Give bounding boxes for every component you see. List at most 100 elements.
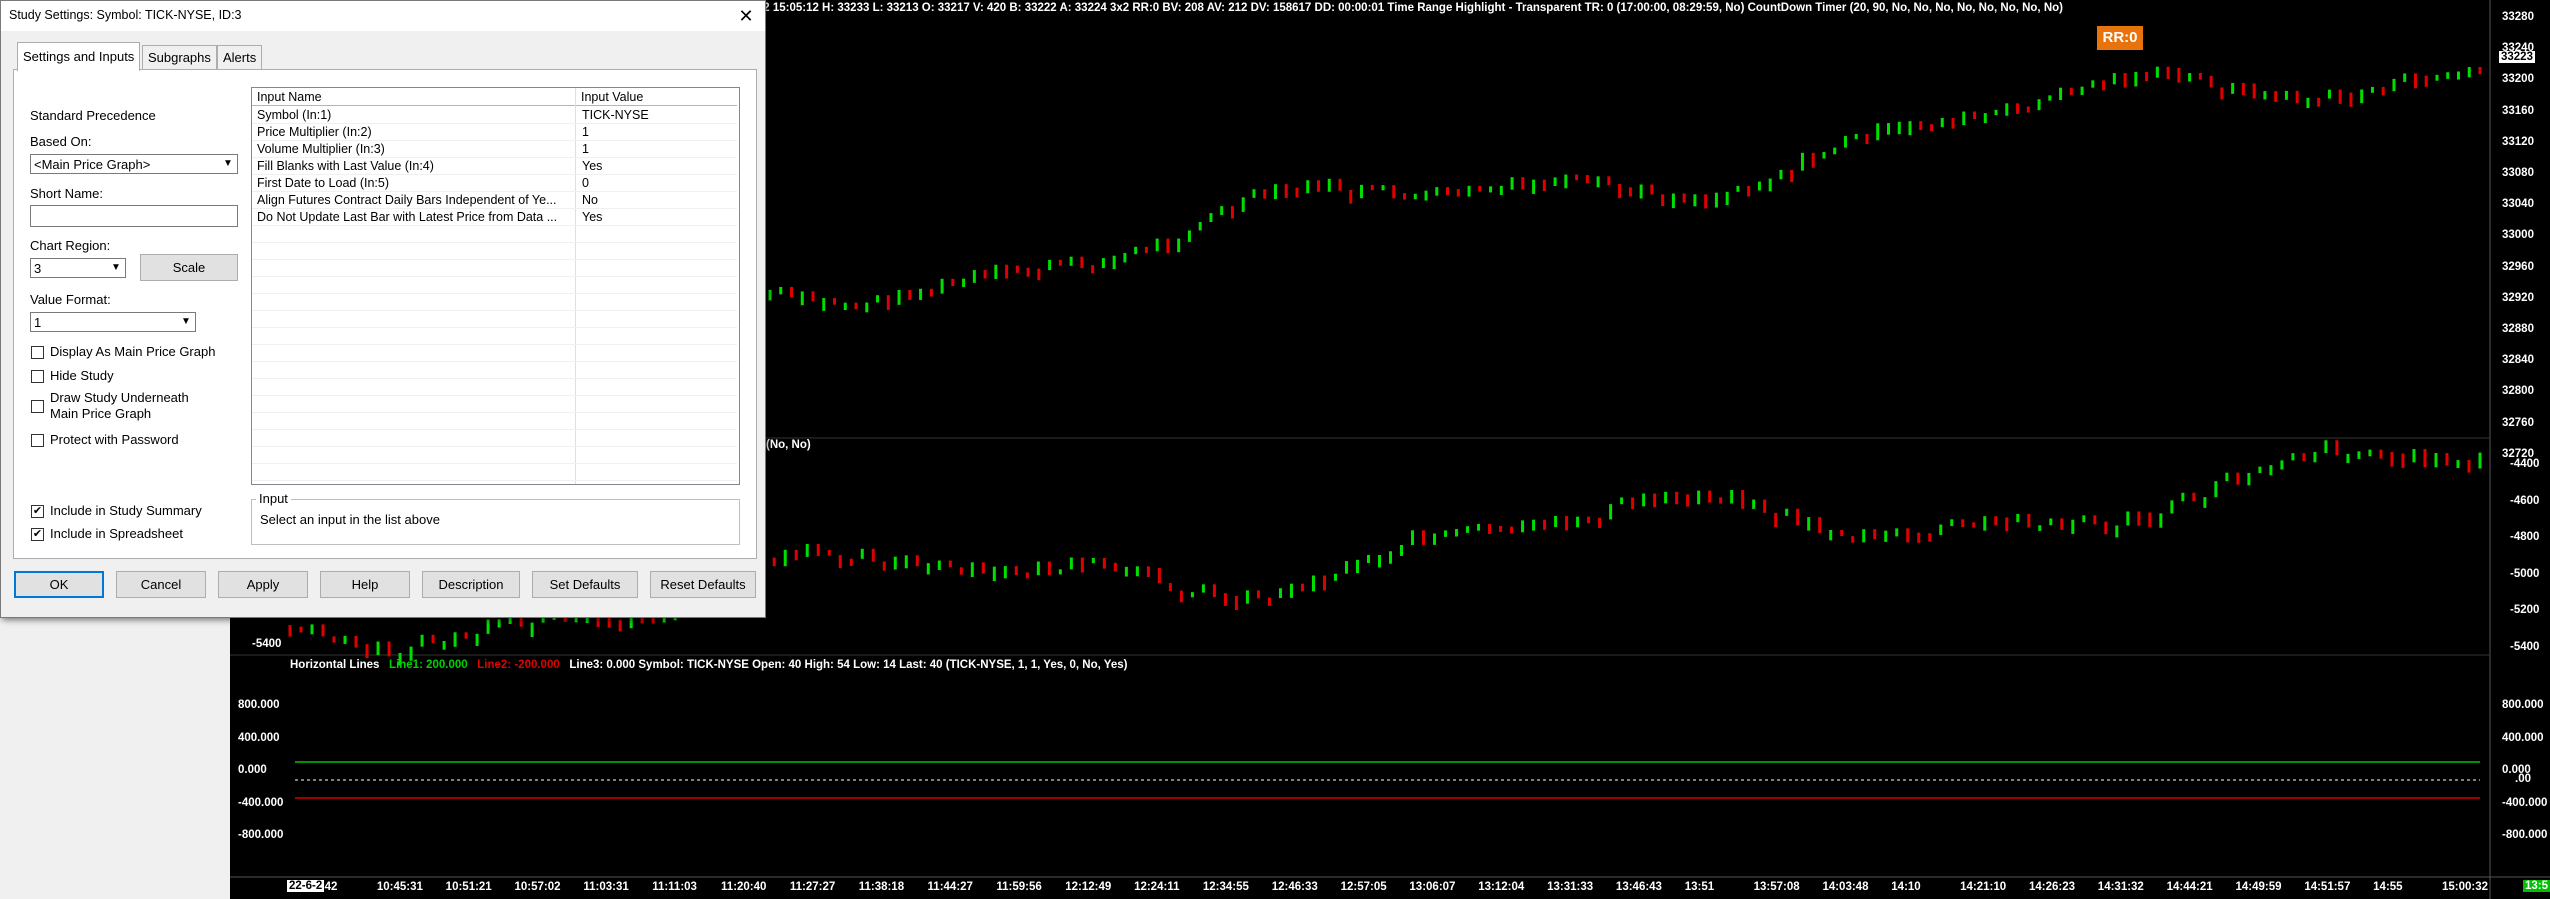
based-on-select[interactable]: <Main Price Graph> ▼ — [30, 154, 238, 174]
standard-precedence-label: Standard Precedence — [30, 108, 156, 123]
tick-bar — [1146, 566, 1150, 577]
description-button[interactable]: Description — [422, 571, 520, 598]
input-row[interactable]: First Date to Load (In:5) 0 — [252, 175, 737, 192]
tab-alerts[interactable]: Alerts — [217, 45, 263, 70]
tick-bar — [1025, 572, 1029, 579]
input-row[interactable]: Price Multiplier (In:2) 1 — [252, 124, 737, 141]
tick-bar — [1961, 519, 1965, 528]
price-bar — [2231, 83, 2235, 94]
input-row[interactable]: Symbol (In:1) TICK-NYSE — [252, 107, 737, 124]
price-bar — [2403, 73, 2407, 82]
close-icon[interactable]: ✕ — [733, 3, 759, 29]
include-summary-checkbox[interactable]: ✔ — [31, 505, 44, 518]
tick-bar — [2148, 512, 2152, 528]
price-bar — [2241, 83, 2245, 96]
tick-bar — [2346, 453, 2350, 464]
input-value-cell[interactable]: 1 — [582, 124, 589, 141]
scale-button[interactable]: Scale — [140, 254, 238, 281]
tick-bar — [1102, 557, 1106, 569]
input-value-cell[interactable]: Yes — [582, 209, 602, 226]
input-value-cell[interactable]: No — [582, 192, 598, 209]
price-bar — [2102, 80, 2106, 91]
tick-bar — [1344, 561, 1348, 574]
price-bar — [2188, 73, 2192, 82]
cancel-button[interactable]: Cancel — [116, 571, 206, 598]
col-header-input-value[interactable]: Input Value — [576, 88, 737, 106]
chevron-down-icon: ▼ — [181, 316, 191, 327]
price-bar — [1112, 255, 1116, 270]
tick-bar — [2423, 449, 2427, 468]
reset-defaults-button[interactable]: Reset Defaults — [650, 571, 756, 598]
set-defaults-button[interactable]: Set Defaults — [532, 571, 638, 598]
price-bar — [1908, 121, 1912, 136]
price-bar — [1811, 152, 1815, 168]
price-bar — [1392, 185, 1396, 199]
price-bar — [1897, 121, 1901, 135]
tick-bar — [816, 544, 820, 557]
lines-axis-label: -800.000 — [2502, 829, 2548, 841]
tick-bar — [2280, 460, 2284, 470]
time-axis-label: 12:46:33 — [1271, 881, 1318, 893]
dialog-titlebar[interactable]: Study Settings: Symbol: TICK-NYSE, ID:3 … — [1, 1, 765, 31]
tick-bar — [299, 626, 303, 633]
input-value-cell[interactable]: 0 — [582, 175, 589, 192]
display-as-main-checkbox[interactable] — [31, 346, 44, 359]
price-bar — [1876, 123, 1880, 141]
draw-underneath-label-1: Draw Study Underneath — [50, 390, 189, 405]
apply-button[interactable]: Apply — [218, 571, 308, 598]
input-value-cell[interactable]: 1 — [582, 141, 589, 158]
price-bar — [2446, 72, 2450, 79]
grid-row-divider — [252, 378, 737, 379]
tick-bar — [2236, 472, 2240, 485]
price-bar — [1510, 177, 1514, 190]
tick-bar — [2357, 451, 2361, 459]
price-axis-label: 33080 — [2502, 167, 2534, 179]
input-row[interactable]: Do Not Update Last Bar with Latest Price… — [252, 209, 737, 226]
tick-bar — [926, 563, 930, 575]
price-bar — [1198, 222, 1202, 231]
ok-button[interactable]: OK — [14, 571, 104, 598]
price-bar — [2467, 67, 2471, 78]
value-format-select[interactable]: 1 ▼ — [30, 312, 196, 332]
price-bar — [800, 291, 804, 306]
col-header-input-name[interactable]: Input Name — [252, 88, 576, 106]
input-value-cell[interactable]: Yes — [582, 158, 602, 175]
tick-axis-label: -4400 — [2510, 458, 2540, 470]
protect-password-checkbox[interactable] — [31, 434, 44, 447]
tab-subgraphs[interactable]: Subgraphs — [142, 45, 217, 70]
tick-bar — [2467, 460, 2471, 473]
left-tick-label: -5400 — [252, 638, 282, 650]
value-format-label: Value Format: — [30, 292, 111, 307]
time-axis-label: 13:06:07 — [1409, 881, 1456, 893]
price-bar — [2381, 86, 2385, 96]
price-bar — [1650, 184, 1654, 195]
tick-bar — [2258, 466, 2262, 474]
input-row[interactable]: Align Futures Contract Daily Bars Indepe… — [252, 192, 737, 209]
price-bar — [790, 286, 794, 298]
input-name-cell: Symbol (In:1) — [257, 108, 332, 122]
price-bar — [2295, 90, 2299, 104]
tab-settings-and-inputs[interactable]: Settings and Inputs — [17, 42, 141, 71]
tick-bar — [871, 548, 875, 562]
price-axis-label: 33120 — [2502, 135, 2534, 148]
price-bar — [1704, 194, 1708, 209]
tick-bar — [1587, 516, 1591, 524]
input-name-cell: Do Not Update Last Bar with Latest Price… — [257, 210, 558, 224]
input-value-cell[interactable]: TICK-NYSE — [582, 107, 649, 124]
price-bar — [1800, 152, 1804, 171]
help-button[interactable]: Help — [320, 571, 410, 598]
price-bar — [1316, 180, 1320, 192]
tick-bar — [1400, 544, 1404, 556]
short-name-input[interactable] — [30, 205, 238, 227]
input-row[interactable]: Fill Blanks with Last Value (In:4) Yes — [252, 158, 737, 175]
include-spreadsheet-checkbox[interactable]: ✔ — [31, 528, 44, 541]
draw-underneath-checkbox[interactable] — [31, 400, 44, 413]
input-row[interactable]: Volume Multiplier (In:3) 1 — [252, 141, 737, 158]
inputs-grid[interactable]: Input Name Input Value Symbol (In:1) TICK… — [251, 87, 740, 485]
chart-region-select[interactable]: 3 ▼ — [30, 258, 126, 278]
price-bar — [1403, 193, 1407, 200]
grid-row-divider — [252, 259, 737, 260]
chart-region-value: 3 — [34, 261, 42, 276]
study-settings-dialog[interactable]: Study Settings: Symbol: TICK-NYSE, ID:3 … — [0, 0, 766, 618]
hide-study-checkbox[interactable] — [31, 370, 44, 383]
